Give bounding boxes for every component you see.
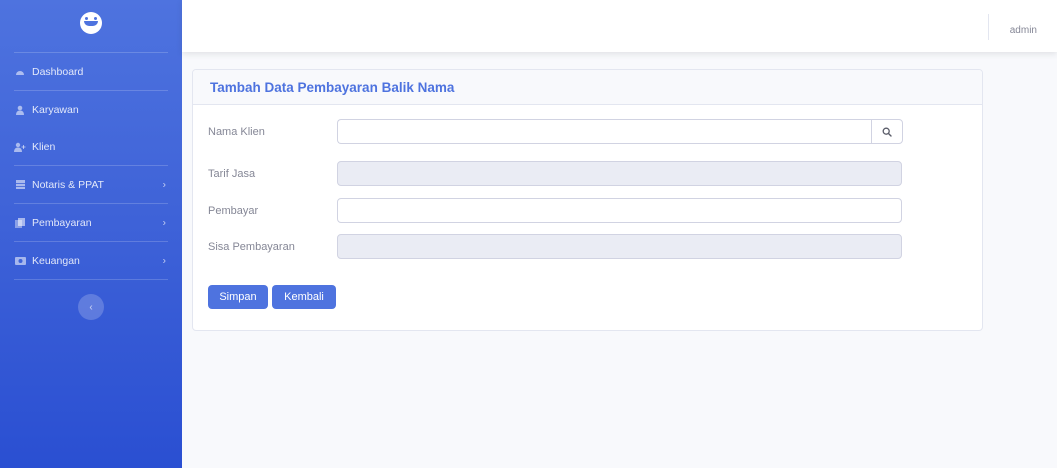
sidebar-divider — [14, 279, 168, 280]
tachometer-icon — [14, 67, 26, 77]
sidebar-item-dashboard[interactable]: Dashboard — [0, 53, 182, 90]
search-icon — [882, 127, 892, 137]
pembayar-label: Pembayar — [208, 204, 259, 217]
sidebar-item-notaris-ppat[interactable]: Notaris & PPAT › — [0, 166, 182, 203]
user-plus-icon — [14, 142, 26, 152]
topbar-divider — [988, 14, 989, 40]
form-actions: Simpan Kembali — [208, 285, 336, 309]
tarif-jasa-label: Tarif Jasa — [208, 167, 256, 180]
form-row-nama-klien: Nama Klien — [208, 119, 903, 144]
sidebar: Dashboard Karyawan Klien Notaris & PPAT … — [0, 0, 182, 468]
sidebar-item-klien[interactable]: Klien — [0, 128, 182, 165]
chevron-left-icon: ‹ — [89, 301, 93, 313]
card-title: Tambah Data Pembayaran Balik Nama — [193, 70, 982, 105]
sidebar-item-label: Pembayaran — [32, 216, 92, 229]
chevron-right-icon: › — [162, 217, 166, 228]
nama-klien-input[interactable] — [337, 119, 871, 144]
user-icon — [14, 105, 26, 115]
sidebar-toggle-button[interactable]: ‹ — [78, 294, 104, 320]
sidebar-item-label: Dashboard — [32, 65, 84, 78]
sidebar-item-label: Klien — [32, 140, 56, 153]
chevron-right-icon: › — [162, 179, 166, 190]
sidebar-item-pembayaran[interactable]: Pembayaran › — [0, 204, 182, 241]
table-icon — [14, 180, 26, 190]
form-row-pembayar: Pembayar — [208, 198, 902, 223]
user-menu[interactable]: admin — [1010, 0, 1037, 60]
form-row-tarif-jasa: Tarif Jasa — [208, 161, 902, 186]
sidebar-item-keuangan[interactable]: Keuangan › — [0, 242, 182, 279]
tarif-jasa-input — [337, 161, 902, 186]
sidebar-item-label: Notaris & PPAT — [32, 178, 104, 191]
sisa-pembayaran-input — [337, 234, 902, 259]
sisa-pembayaran-label: Sisa Pembayaran — [208, 240, 295, 253]
save-button[interactable]: Simpan — [208, 285, 268, 309]
sidebar-item-label: Karyawan — [32, 103, 79, 116]
sidebar-item-label: Keuangan — [32, 254, 80, 267]
pembayar-input[interactable] — [337, 198, 902, 223]
back-button[interactable]: Kembali — [272, 285, 336, 309]
form-row-sisa-pembayaran: Sisa Pembayaran — [208, 234, 902, 259]
search-client-button[interactable] — [871, 119, 903, 144]
nama-klien-label: Nama Klien — [208, 125, 265, 138]
money-icon — [14, 256, 26, 266]
copy-icon — [14, 217, 26, 228]
form-card: Tambah Data Pembayaran Balik Nama Nama K… — [192, 69, 983, 331]
sidebar-item-karyawan[interactable]: Karyawan — [0, 91, 182, 128]
chevron-right-icon: › — [162, 255, 166, 266]
sidebar-brand[interactable] — [0, 0, 182, 52]
topbar: admin — [182, 0, 1057, 52]
smiley-face-icon — [80, 12, 102, 34]
